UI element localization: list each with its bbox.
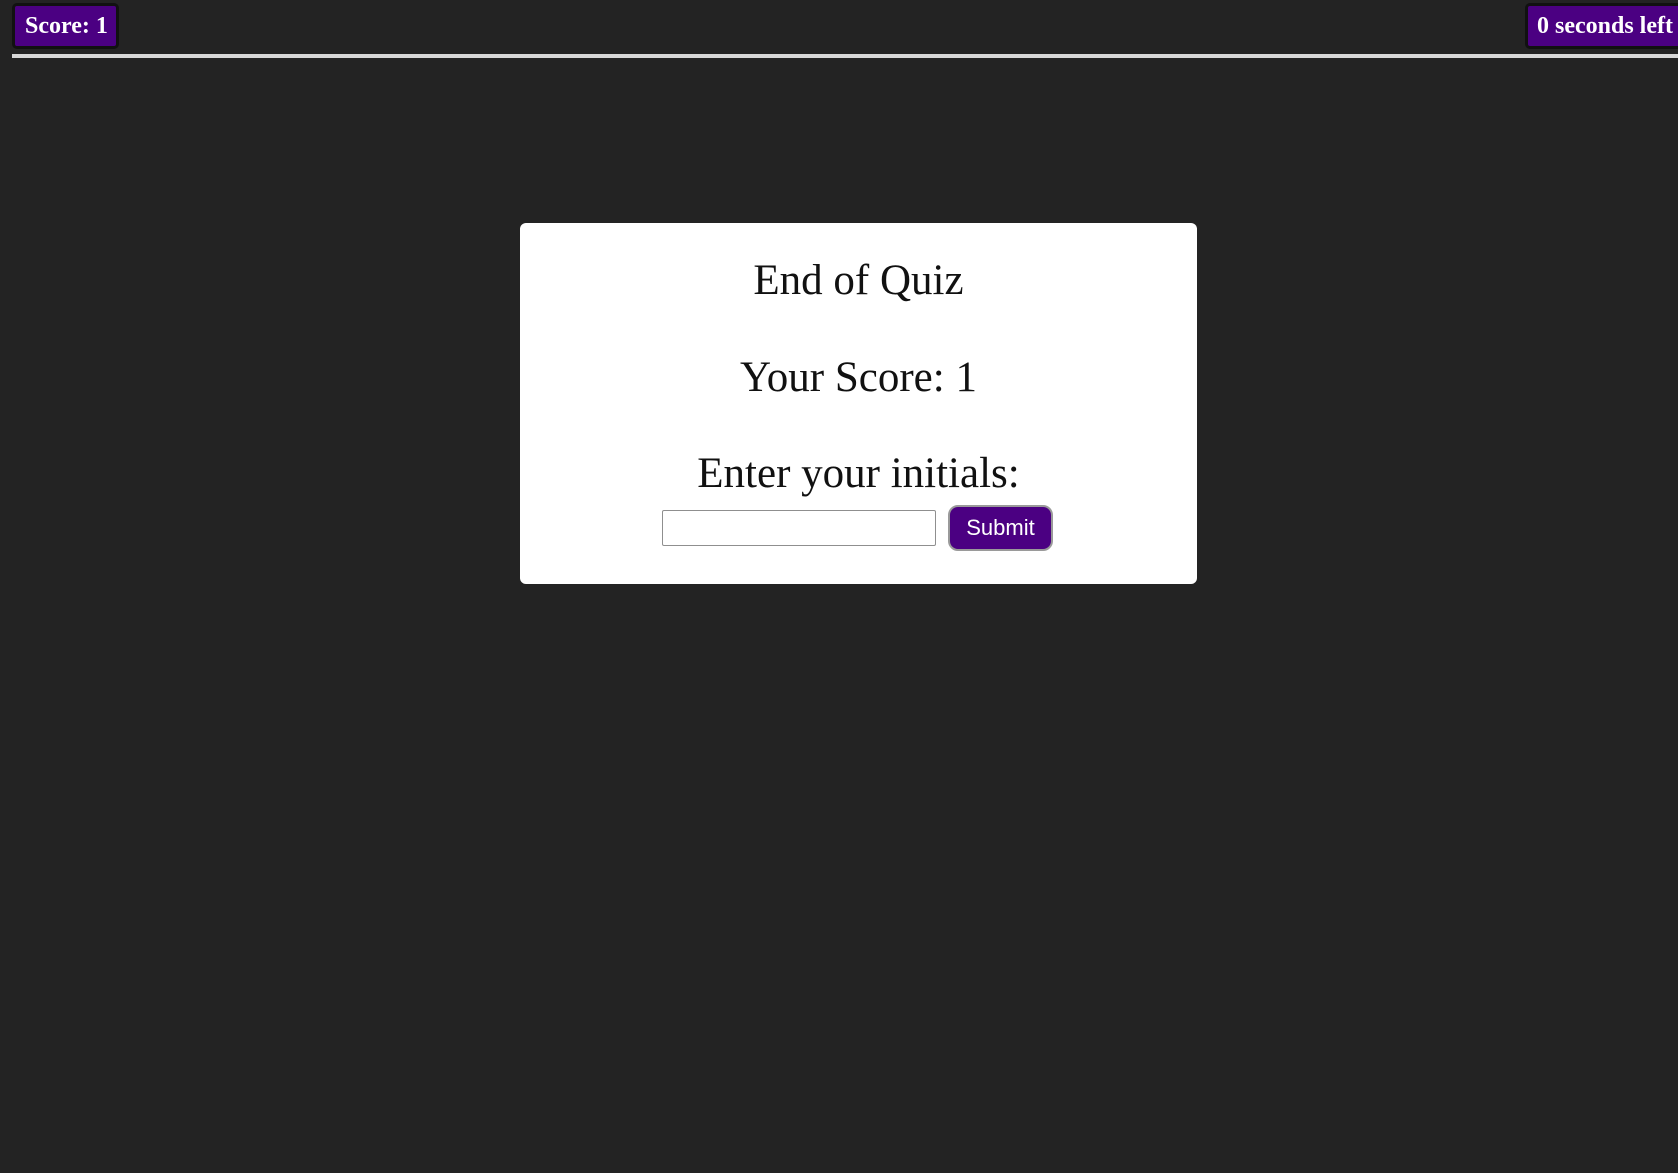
submit-button[interactable]: Submit xyxy=(948,505,1053,551)
initials-prompt: Enter your initials: xyxy=(697,450,1020,497)
end-of-quiz-card: End of Quiz Your Score: 1 Enter your ini… xyxy=(520,223,1197,584)
header-divider xyxy=(12,54,1678,58)
final-score-text: Your Score: 1 xyxy=(740,354,977,401)
initials-input[interactable] xyxy=(662,510,936,546)
score-badge: Score: 1 xyxy=(12,3,119,49)
timer-badge: 0 seconds left xyxy=(1525,3,1678,49)
quiz-end-title: End of Quiz xyxy=(753,257,964,304)
